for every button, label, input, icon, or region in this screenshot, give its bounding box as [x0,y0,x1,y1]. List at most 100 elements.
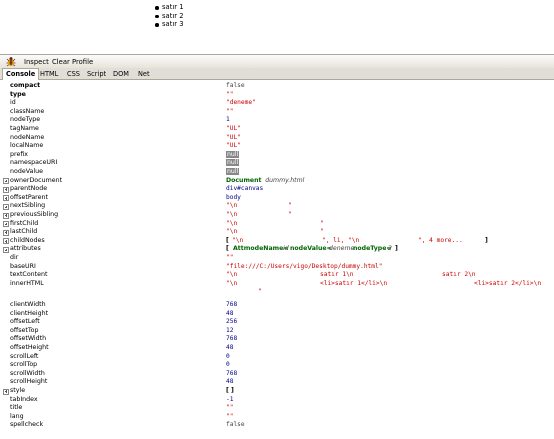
prop-name: offsetLeft [10,318,40,326]
prop-name: tagName [10,125,39,132]
prop-value: "file:///C:/Users/vigo/Desktop/dummy.htm… [226,262,383,270]
prop-name: baseURI [10,262,36,270]
prop-row-scrollleft[interactable]: scrollLeft 0 [0,353,554,362]
prop-value: 12 [226,326,234,334]
prop-row-scrolltop[interactable]: scrollTop 0 [0,361,554,370]
prop-row-clientwidth[interactable]: clientWidth 768 [0,301,554,310]
prop-name: style [10,387,26,394]
expand-icon[interactable] [3,238,9,245]
prop-value: "" [226,90,234,98]
prop-row-lang[interactable]: lang "" [0,413,554,422]
prop-name: nodeType [10,116,41,124]
prop-row-previoussibling[interactable]: previousSibling "\n " [0,211,554,220]
prop-row-classname[interactable]: className "" [0,108,554,117]
prop-name: parentNode [10,185,48,193]
tab-net[interactable]: Net [138,69,150,79]
prop-row-clientheight[interactable]: clientHeight 48 [0,310,554,319]
dom-property-panel: compact false type "" id "deneme" classN… [0,81,554,439]
prop-value: 0 [226,361,230,369]
expand-icon[interactable] [3,195,9,202]
prop-name: title [10,404,23,412]
prop-name: id [10,99,16,107]
prop-name: spellcheck [10,421,44,429]
prop-value: 48 [226,378,234,386]
tab-html[interactable]: HTML [40,69,58,79]
prop-value: "" [226,254,234,261]
prop-row-compact[interactable]: compact false [0,82,554,91]
null-badge: null [226,168,240,175]
prop-name: textContent [10,271,48,279]
tab-css[interactable]: CSS [67,69,80,79]
prop-name: tabIndex [10,395,38,403]
prop-row-tabindex[interactable]: tabIndex -1 [0,396,554,405]
prop-row-lastchild[interactable]: lastChild "\n " [0,228,554,237]
firebug-logo-icon[interactable] [5,56,17,67]
prop-name: clientWidth [10,301,46,308]
prop-name: className [10,107,45,115]
prop-name: type [10,90,26,98]
profile-button[interactable]: Profile [72,57,93,67]
expand-icon[interactable] [3,203,9,210]
expand-icon[interactable] [3,246,9,253]
prop-value: "UL" [226,125,241,132]
prop-row-style[interactable]: style [ ] [0,387,554,396]
prop-row-textcontent[interactable]: textContent "\n satır 1\n satır 2\n [0,271,554,280]
prop-name: nextSibling [10,202,46,210]
prop-name: nodeValue [10,168,44,175]
prop-row-type[interactable]: type "" [0,91,554,100]
prop-row-offsetparent[interactable]: offsetParent body [0,194,554,203]
clear-button[interactable]: Clear [52,57,70,67]
prop-row-nodevalue[interactable]: nodeValue null [0,168,554,177]
prop-value[interactable]: body [226,194,241,203]
prop-name: ownerDocument [10,176,63,184]
prop-row-ownerdocument[interactable]: ownerDocument Document dummy.html [0,177,554,186]
page-content: satır 1 satır 2 satır 3 [0,0,554,53]
prop-value: 0 [226,352,230,360]
prop-row-scrollwidth[interactable]: scrollWidth 768 [0,370,554,379]
prop-value: 48 [226,309,234,317]
prop-row-innerhtml[interactable]: innerHTML "\n <li>satır 1</li>\n <li>sat… [0,280,554,289]
expand-icon[interactable] [3,229,9,236]
prop-row-childnodes[interactable]: childNodes [ "\n ", li, "\n ", 4 more...… [0,237,554,246]
prop-name: nodeName [10,133,45,141]
prop-name: scrollWidth [10,369,45,377]
prop-row-attributes[interactable]: attributes [ Attr nodeName= id nodeValue… [0,245,554,254]
prop-name: scrollHeight [10,378,48,386]
prop-row-offsettop[interactable]: offsetTop 12 [0,327,554,336]
list-item: satır 1 [154,3,184,12]
prop-row-nextsibling[interactable]: nextSibling "\n " [0,202,554,211]
prop-row-id[interactable]: id "deneme" [0,99,554,108]
tab-console[interactable]: Console [2,68,40,80]
prop-row-dir[interactable]: dir "" [0,254,554,263]
prop-row-offsetleft[interactable]: offsetLeft 256 [0,318,554,327]
prop-row-title[interactable]: title "" [0,404,554,413]
prop-name: innerHTML [10,279,44,287]
prop-row-scrollheight[interactable]: scrollHeight 48 [0,378,554,387]
prop-row-nodename[interactable]: nodeName "UL" [0,134,554,143]
prop-row-tagname[interactable]: tagName "UL" [0,125,554,134]
prop-value: "UL" [226,133,241,141]
tab-script[interactable]: Script [87,69,106,79]
prop-row-localname[interactable]: localName "UL" [0,142,554,151]
firebug-tabs: Console HTML CSS Script DOM Net [0,68,554,80]
prop-row-offsetwidth[interactable]: offsetWidth 768 [0,335,554,344]
inspect-button[interactable]: Inspect [24,57,49,67]
prop-row-offsetheight[interactable]: offsetHeight 48 [0,344,554,353]
prop-row-firstchild[interactable]: firstChild "\n " [0,220,554,229]
expand-icon[interactable] [3,186,9,193]
prop-name: clientHeight [10,309,49,317]
prop-value[interactable]: Document [226,177,261,184]
firebug-toolbar: Inspect Clear Profile [0,54,554,68]
prop-value[interactable]: div#canvas [226,185,263,194]
prop-row-namespaceuri[interactable]: namespaceURI null [0,159,554,168]
expand-icon[interactable] [3,212,9,219]
tab-dom[interactable]: DOM [113,69,129,79]
prop-row-prefix[interactable]: prefix null [0,150,554,160]
expand-icon[interactable] [3,178,9,185]
prop-row-baseuri[interactable]: baseURI "file:///C:/Users/vigo/Desktop/d… [0,263,554,272]
prop-row-parentnode[interactable]: parentNode div#canvas [0,185,554,194]
expand-icon[interactable] [3,388,9,395]
expand-icon[interactable] [3,221,9,228]
prop-row-nodetype[interactable]: nodeType 1 [0,116,554,125]
prop-row-spellcheck[interactable]: spellcheck false [0,421,554,430]
